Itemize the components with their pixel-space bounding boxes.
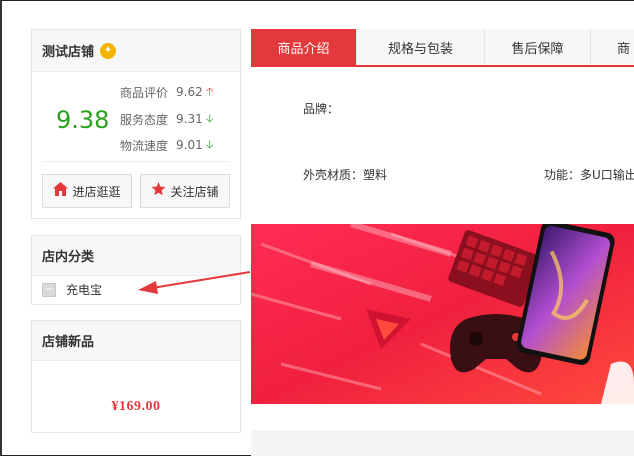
spec-brand: 品牌： — [303, 102, 340, 116]
shop-header: 测试店铺 ✦ — [32, 30, 240, 72]
rating-value: 9.01 — [176, 138, 203, 152]
rating-value: 9.31 — [176, 112, 203, 126]
tab-product-intro[interactable]: 商品介绍 — [251, 29, 357, 65]
follow-shop-label: 关注店铺 — [170, 184, 219, 199]
tab-after-sales[interactable]: 售后保障 — [485, 29, 591, 65]
arrow-down-icon: 🡣 — [205, 137, 214, 151]
collapse-icon[interactable]: − — [42, 282, 56, 297]
rating-value: 9.62 — [176, 85, 203, 99]
category-item[interactable]: − 充电宝 — [42, 281, 102, 298]
rating-product: 商品评价 9.62 🡡 — [120, 84, 214, 100]
new-items-header: 店铺新品 — [32, 321, 240, 361]
spec-material: 外壳材质：塑料 — [303, 168, 388, 182]
rating-logistics: 物流速度 9.01 🡣 — [120, 137, 214, 153]
category-item-label[interactable]: 充电宝 — [66, 281, 102, 298]
product-price[interactable]: ¥169.00 — [32, 399, 240, 415]
category-title: 店内分类 — [42, 250, 95, 265]
tab-label: 售后保障 — [511, 41, 564, 57]
new-items-card: 店铺新品 ¥169.00 — [31, 320, 241, 433]
enter-shop-button[interactable]: 进店逛逛 — [42, 174, 132, 208]
rating-service: 服务态度 9.31 🡣 — [120, 111, 214, 127]
category-header: 店内分类 — [32, 236, 240, 276]
product-tabs: 商品介绍 规格与包装 售后保障 商 — [251, 29, 634, 67]
new-items-title: 店铺新品 — [42, 335, 95, 350]
shop-name[interactable]: 测试店铺 — [42, 41, 94, 60]
follow-shop-button[interactable]: 关注店铺 — [140, 174, 230, 208]
spec-function: 功能：多U口输出 — [544, 168, 634, 182]
rating-label: 物流速度 — [120, 138, 169, 153]
shop-info-card: 测试店铺 ✦ 9.38 商品评价 9.62 🡡 服务态度 9.31 🡣 物流速度… — [31, 29, 241, 219]
content-strip — [251, 430, 634, 456]
divider — [42, 161, 230, 162]
tab-reviews[interactable]: 商 — [591, 29, 634, 65]
rating-label: 商品评价 — [120, 85, 169, 100]
tab-label: 规格与包装 — [387, 41, 453, 57]
tab-specs-packaging[interactable]: 规格与包装 — [357, 29, 485, 65]
arrow-up-icon: 🡡 — [205, 84, 214, 98]
home-icon — [53, 182, 69, 200]
medal-icon: ✦ — [100, 42, 117, 59]
product-banner-image — [251, 224, 634, 404]
window-left-border — [0, 0, 2, 456]
category-card: 店内分类 − 充电宝 — [31, 235, 241, 305]
shop-overall-score: 9.38 — [56, 106, 110, 134]
star-icon — [151, 182, 166, 200]
tab-label: 商品介绍 — [277, 41, 330, 57]
enter-shop-label: 进店逛逛 — [72, 184, 121, 199]
tab-label: 商 — [617, 41, 631, 57]
rating-label: 服务态度 — [120, 112, 169, 127]
arrow-down-icon: 🡣 — [205, 111, 214, 125]
